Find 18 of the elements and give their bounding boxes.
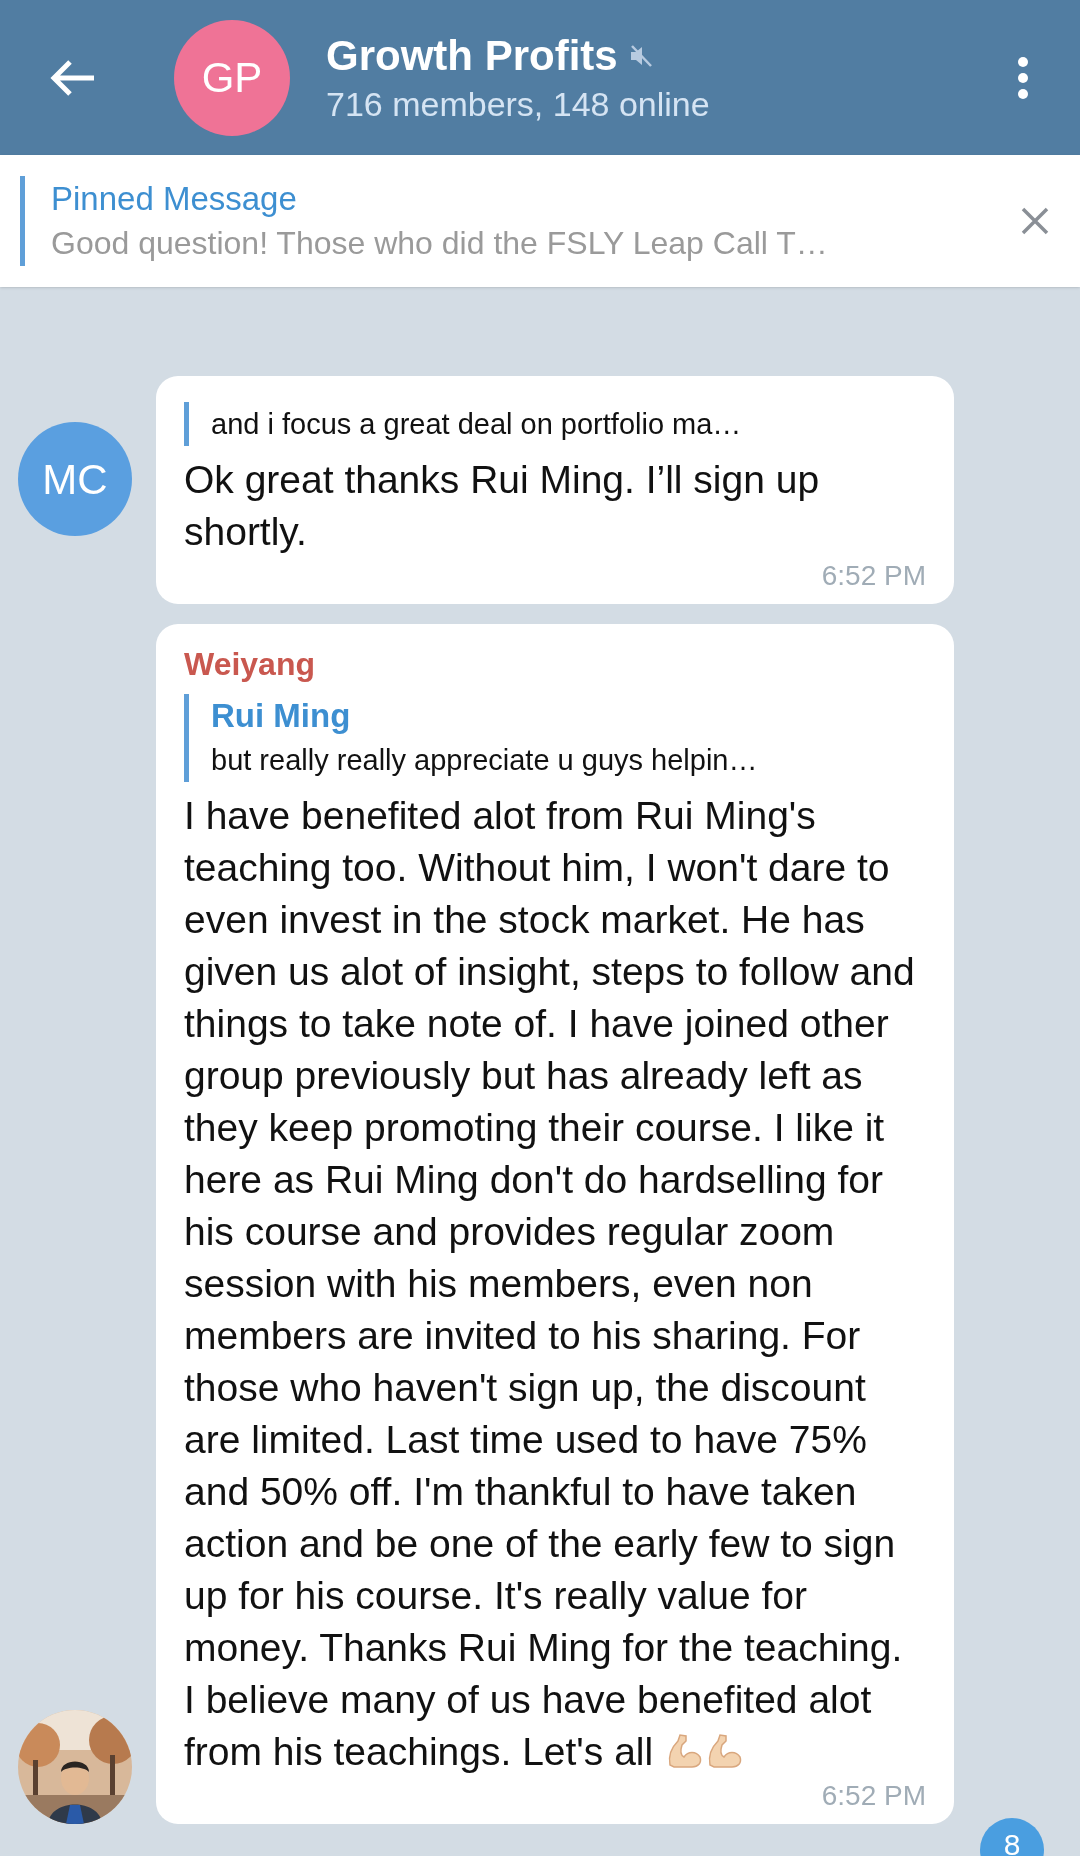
- pinned-text: Good question! Those who did the FSLY Leap Call T…: [51, 224, 829, 263]
- reply-text: but really really appreciate u guys helpin…: [211, 743, 758, 778]
- more-options-icon[interactable]: [1016, 55, 1030, 100]
- group-avatar[interactable]: GP: [174, 19, 290, 136]
- chat-title: Growth Profits: [326, 30, 618, 81]
- reply-text: and i focus a great deal on portfolio ma…: [211, 407, 742, 442]
- sender-name: Weiyang: [184, 645, 316, 684]
- message-time: 6:52 PM: [821, 560, 926, 592]
- message-text: I have benefited alot from Rui Ming's teaching too. Without him, I won't dare to even invest in the stock market. He has given us alot of insight, steps to follow and things to take note of. I have joined other group previously but has already left as they keep promoting their course. I like it here as Rui Ming don't do hardselling for his course and provides regular zoom session with his members, even non members are invited to his sharing. For those who haven't sign up, the discount are limited. Last time used to have 75% and 50% off. I'm thankful to have taken action and be one of the early few to sign up for his course. It's really value for money. Thanks Rui Ming for the teaching. I believe many of us have benefited alot from his teachings. Let's all: [184, 793, 916, 1775]
- pinned-label: Pinned Message: [51, 179, 298, 219]
- close-icon[interactable]: [1020, 206, 1050, 236]
- message-time: 6:52 PM: [821, 1780, 926, 1812]
- pinned-message-bar[interactable]: Pinned Message Good question! Those who did the FSLY Leap Call T…: [0, 155, 1080, 287]
- reply-author: Rui Ming: [211, 696, 352, 736]
- unread-badge[interactable]: 8: [980, 1818, 1044, 1856]
- message-text: Ok great thanks Rui Ming. I’ll sign up shortly.: [184, 457, 821, 555]
- user-avatar[interactable]: MC: [18, 422, 132, 536]
- member-count: 716 members, 148 online: [326, 83, 711, 125]
